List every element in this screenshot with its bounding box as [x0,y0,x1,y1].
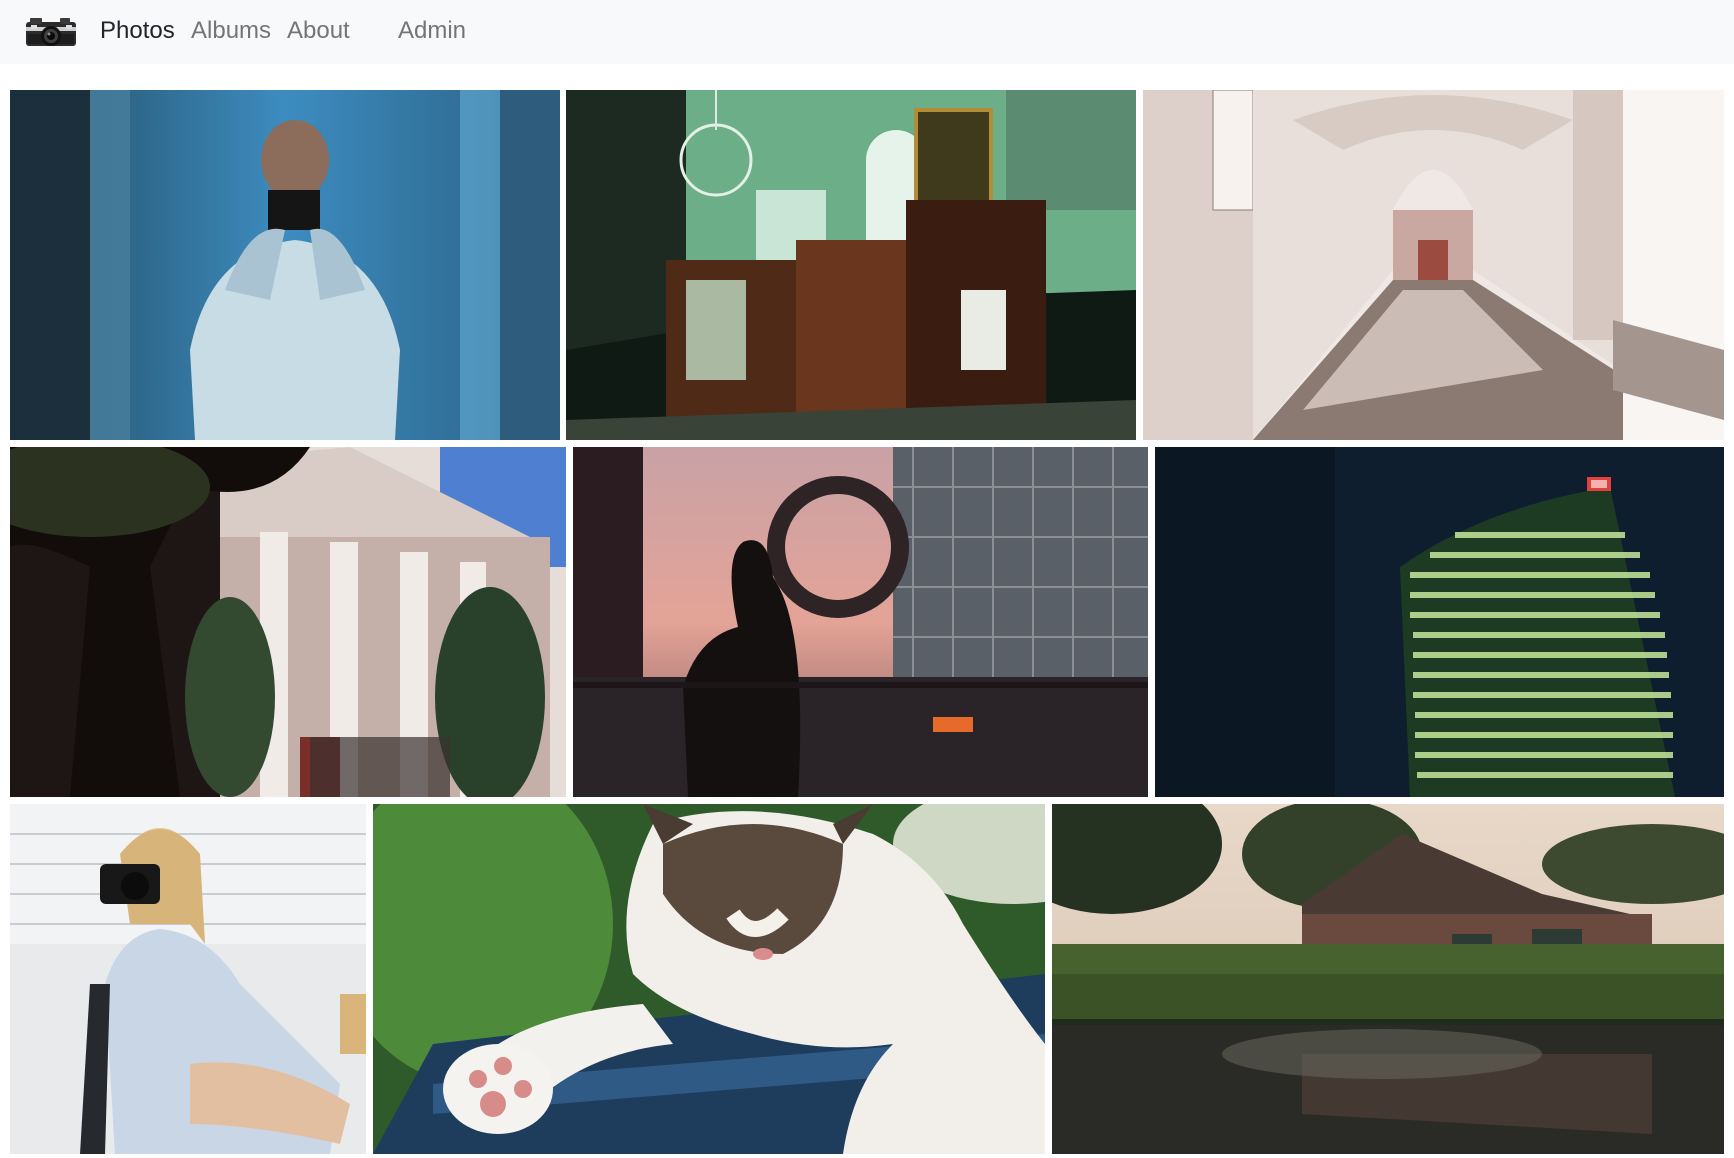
photo-church-interior[interactable] [566,90,1136,440]
photo-silhouette-window-wreath[interactable] [573,447,1148,797]
nav-photos-link[interactable]: Photos [100,16,175,46]
nav-about-link[interactable]: About [287,16,350,46]
nav-admin-link[interactable]: Admin [398,16,466,46]
photo-db-tower-night[interactable] [1155,447,1724,797]
photo-classical-building[interactable] [10,447,566,797]
photo-arched-colonnade[interactable] [1143,90,1724,440]
navbar: Photos Albums About Admin [0,0,1734,64]
photo-woman-with-camera[interactable] [10,804,366,1154]
photo-sleeping-cat[interactable] [373,804,1045,1154]
nav-albums-link[interactable]: Albums [191,16,271,46]
photo-man-mirror-selfie[interactable] [10,90,560,440]
camera-logo-icon[interactable] [24,14,78,50]
photo-brick-barn-pond[interactable] [1052,804,1724,1154]
